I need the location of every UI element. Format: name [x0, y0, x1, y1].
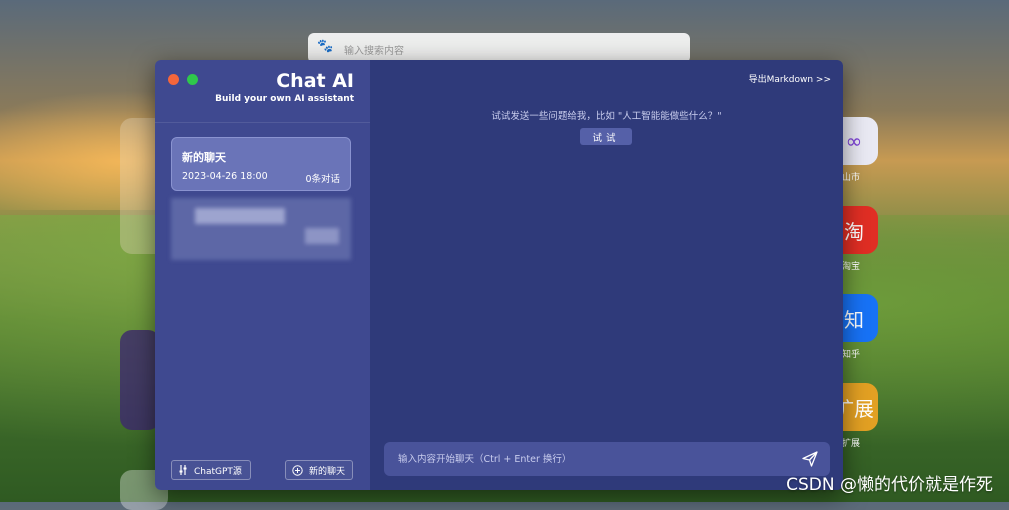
message-input[interactable] — [384, 442, 784, 476]
chat-item-title: 新的聊天 — [182, 151, 226, 164]
app-label: 淘宝 — [842, 262, 861, 272]
chatgpt-source-button[interactable]: ChatGPT源 — [171, 460, 251, 480]
new-chat-label: 新的聊天 — [309, 466, 346, 477]
chat-item-date: 2023-04-26 18:00 — [182, 171, 268, 182]
new-chat-button[interactable]: 新的聊天 — [285, 460, 353, 480]
app-label: 山市 — [842, 173, 861, 183]
sliders-icon — [179, 465, 187, 475]
csdn-watermark: CSDN @懒的代价就是作死 — [786, 475, 993, 495]
chat-list-item[interactable]: 新的聊天 2023-04-26 18:00 0条对话 — [171, 137, 351, 191]
app-glyph: 知 — [844, 307, 864, 332]
app-title: Chat AI — [276, 70, 354, 92]
chatgpt-source-label: ChatGPT源 — [194, 466, 242, 477]
baidu-paw-icon: 🐾 — [317, 39, 334, 54]
search-placeholder: 输入搜索内容 — [344, 46, 404, 57]
maximize-window-button[interactable] — [187, 74, 198, 85]
chat-main-panel: 导出Markdown >> 试试发送一些问题给我，比如 "人工智能能做些什么？"… — [370, 60, 843, 490]
close-window-button[interactable] — [168, 74, 179, 85]
suggestion-hint: 试试发送一些问题给我，比如 "人工智能能做些什么？" — [491, 111, 722, 122]
send-icon[interactable] — [802, 451, 818, 467]
chat-ai-window: Chat AI Build your own AI assistant 新的聊天… — [155, 60, 843, 490]
redacted-text — [195, 208, 285, 224]
sidebar-divider — [155, 122, 370, 123]
desktop-widget-purple[interactable] — [120, 330, 160, 430]
app-label: 知乎 — [842, 350, 861, 360]
chat-item-count: 0条对话 — [305, 174, 340, 185]
app-glyph: 淘 — [844, 219, 864, 244]
sidebar: Chat AI Build your own AI assistant 新的聊天… — [155, 60, 370, 490]
try-button[interactable]: 试试 — [580, 128, 632, 145]
export-markdown-link[interactable]: 导出Markdown >> — [749, 72, 831, 85]
plus-circle-icon — [292, 464, 303, 476]
app-glyph: ∞ — [845, 129, 863, 153]
redacted-text — [305, 228, 339, 244]
app-subtitle: Build your own AI assistant — [215, 94, 354, 104]
app-label: 扩展 — [842, 439, 861, 449]
message-input-box — [384, 442, 830, 476]
browser-search-bar[interactable]: 🐾 输入搜索内容 — [308, 33, 690, 63]
